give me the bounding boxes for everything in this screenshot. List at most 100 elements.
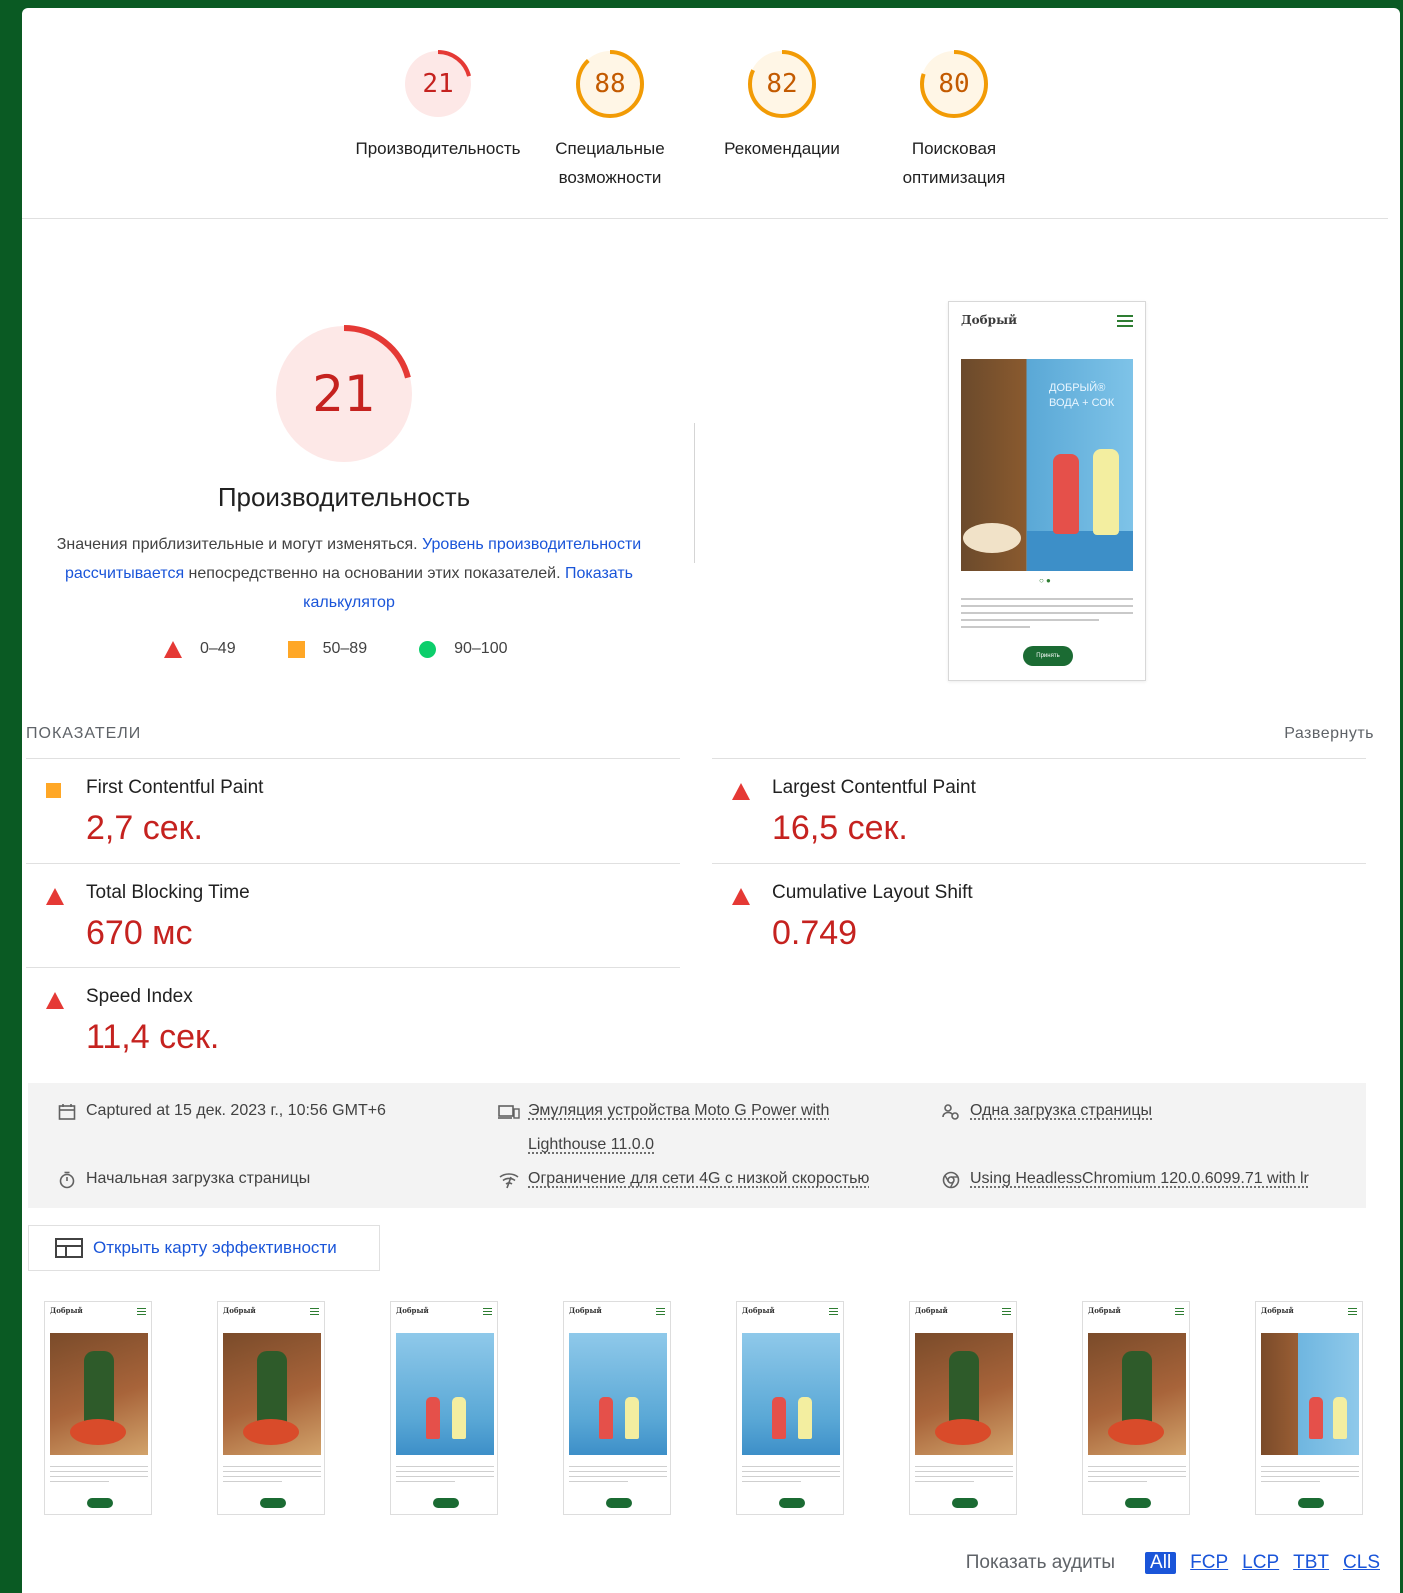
- site-logo: Добрый: [915, 1306, 948, 1315]
- filter-fcp[interactable]: FCP: [1190, 1552, 1228, 1574]
- throttling-text: Ограничение для сети 4G с низкой скорост…: [528, 1170, 870, 1187]
- hamburger-menu-icon: [656, 1308, 665, 1317]
- runtime-settings: Captured at 15 дек. 2023 г., 10:56 GMT+6…: [28, 1083, 1366, 1208]
- emulation-text: Эмуляция устройства Moto G Power with Lig…: [528, 1094, 829, 1162]
- frame-text: [223, 1466, 321, 1486]
- gauge-score: 88: [594, 69, 626, 99]
- legend-item-pass: 90–100: [419, 640, 507, 658]
- expand-toggle[interactable]: Развернуть: [1284, 725, 1374, 743]
- devices-icon: [498, 1094, 520, 1162]
- gauge-ring: 82: [746, 48, 818, 120]
- frame-text: [1261, 1466, 1359, 1486]
- hamburger-menu-icon: [483, 1308, 492, 1317]
- filter-all[interactable]: All: [1145, 1552, 1177, 1574]
- performance-title: Производительность: [217, 482, 471, 512]
- frame-text: [742, 1466, 840, 1486]
- square-orange-icon: [287, 640, 305, 658]
- filter-lcp[interactable]: LCP: [1242, 1552, 1279, 1574]
- accept-button: Принять: [1023, 646, 1073, 666]
- bottle-image: [1093, 449, 1119, 535]
- filmstrip-frame: Добрый: [563, 1301, 671, 1515]
- report-frame: 21 Производительность 88 Специальные воз…: [22, 8, 1400, 1593]
- triangle-red-icon: [732, 888, 750, 905]
- single-page-load[interactable]: Одна загрузка страницы: [940, 1094, 1152, 1128]
- device-emulation[interactable]: Эмуляция устройства Moto G Power with Lig…: [498, 1094, 829, 1162]
- hamburger-menu-icon: [1002, 1308, 1011, 1317]
- filmstrip-frame: Добрый: [736, 1301, 844, 1515]
- frame-text: [569, 1466, 667, 1486]
- final-screenshot[interactable]: Добрый ДОБРЫЙ® ВОДА + СОК ○ ● Принять: [948, 301, 1146, 681]
- gauge-ring: 80: [918, 48, 990, 120]
- gauge-score: 82: [766, 69, 798, 99]
- square-orange-icon: [46, 783, 61, 798]
- metric-value: 2,7 сек.: [86, 809, 203, 847]
- frame-accept-button: [1298, 1498, 1324, 1508]
- frame-banner: [50, 1333, 148, 1455]
- gauge-accessibility[interactable]: 88 Специальные возможности: [524, 48, 696, 192]
- gauge-score: 80: [938, 69, 970, 99]
- vertical-divider: [694, 423, 695, 563]
- frame-accept-button: [260, 1498, 286, 1508]
- frame-banner: [396, 1333, 494, 1455]
- triangle-red-icon: [732, 783, 750, 800]
- metrics-header: ПОКАЗАТЕЛИ: [26, 725, 142, 742]
- metric-value: 11,4 сек.: [86, 1018, 220, 1056]
- network-throttling[interactable]: Ограничение для сети 4G с низкой скорост…: [498, 1162, 869, 1196]
- filmstrip-frame: Добрый: [1082, 1301, 1190, 1515]
- gauge-label: Поисковая оптимизация: [902, 139, 1006, 187]
- metric-value: 0.749: [772, 914, 858, 952]
- filter-cls[interactable]: CLS: [1343, 1552, 1380, 1574]
- hero-banner: ДОБРЫЙ® ВОДА + СОК: [961, 359, 1133, 571]
- legend-item-average: 50–89: [287, 640, 368, 658]
- metric-name: Total Blocking Time: [86, 882, 250, 903]
- hamburger-menu-icon: [310, 1308, 319, 1317]
- frame-text: [915, 1466, 1013, 1486]
- emulation-line: Эмуляция устройства Moto G Power with: [528, 1102, 830, 1119]
- chrome-icon: [940, 1162, 962, 1196]
- performance-description: Значения приблизительные и могут изменят…: [54, 530, 644, 617]
- carousel-dots: ○ ●: [1039, 576, 1051, 585]
- site-logo: Добрый: [569, 1306, 602, 1315]
- metric-name: Cumulative Layout Shift: [772, 882, 973, 903]
- frame-banner: [915, 1333, 1013, 1455]
- filmstrip-frame: Добрый: [909, 1301, 1017, 1515]
- wifi-icon: [498, 1162, 520, 1196]
- frame-accept-button: [606, 1498, 632, 1508]
- water-image: [1027, 531, 1133, 571]
- frame-banner: [742, 1333, 840, 1455]
- legend-range: 50–89: [322, 640, 368, 657]
- audits-filter-label: Показать аудиты: [965, 1552, 1116, 1573]
- metric-value: 16,5 сек.: [772, 809, 908, 847]
- banner-title: ДОБРЫЙ® ВОДА + СОК: [1049, 382, 1115, 409]
- site-logo: Добрый: [1088, 1306, 1121, 1315]
- desc-text: Значения приблизительные и могут изменят…: [56, 536, 423, 553]
- site-logo: Добрый: [50, 1306, 83, 1315]
- filter-tbt[interactable]: TBT: [1293, 1552, 1329, 1574]
- filmstrip-frame: Добрый: [217, 1301, 325, 1515]
- browser-text: Using HeadlessChromium 120.0.6099.71 wit…: [970, 1170, 1309, 1187]
- gauge-label: Рекомендации: [724, 139, 840, 158]
- gauge-label: Специальные возможности: [555, 139, 665, 187]
- gauge-label: Производительность: [355, 139, 521, 158]
- performance-gauge-large: 21: [274, 324, 414, 464]
- filmstrip-frame: Добрый: [390, 1301, 498, 1515]
- browser-version[interactable]: Using HeadlessChromium 120.0.6099.71 wit…: [940, 1162, 1309, 1196]
- triangle-red-icon: [46, 992, 64, 1009]
- circle-green-icon: [419, 640, 437, 658]
- frame-banner: [569, 1333, 667, 1455]
- open-treemap-button[interactable]: Открыть карту эффективности: [28, 1225, 380, 1271]
- gauge-seo[interactable]: 80 Поисковая оптимизация: [868, 48, 1040, 192]
- frame-accept-button: [433, 1498, 459, 1508]
- site-logo: Добрый: [742, 1306, 775, 1315]
- gauge-best-practices[interactable]: 82 Рекомендации: [696, 48, 868, 192]
- captured-at: Captured at 15 дек. 2023 г., 10:56 GMT+6: [56, 1094, 386, 1128]
- gauge-ring: 88: [574, 48, 646, 120]
- frame-banner: [1088, 1333, 1186, 1455]
- timer-icon: [56, 1162, 78, 1196]
- gauge-performance[interactable]: 21 Производительность: [352, 48, 524, 192]
- bottle-image: [1053, 454, 1079, 534]
- triangle-red-icon: [46, 888, 64, 905]
- metric-cls: Cumulative Layout Shift 0.749: [712, 863, 1366, 967]
- frame-accept-button: [87, 1498, 113, 1508]
- legend-item-fail: 0–49: [164, 640, 236, 658]
